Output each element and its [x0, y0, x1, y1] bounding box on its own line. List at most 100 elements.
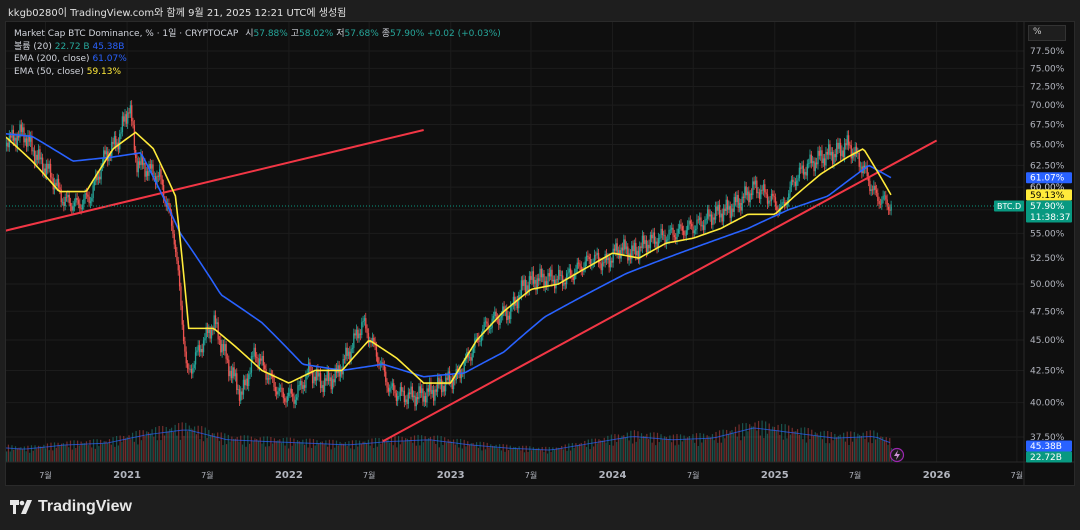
- volume-bar: [293, 438, 295, 462]
- volume-legend-row[interactable]: 볼륨 (20) 22.72 B 45.38B: [14, 41, 501, 54]
- candle-body: [421, 388, 423, 393]
- candle-body: [432, 390, 435, 401]
- volume-bar: [788, 425, 790, 462]
- candle-body: [685, 230, 687, 236]
- candle-body: [121, 116, 124, 133]
- candle-body: [740, 202, 742, 211]
- price-chart[interactable]: 77.50% 75.00% 72.50% 70.00% 67.50% 65.00% 62.5…: [6, 22, 1074, 485]
- volume-bar: [674, 445, 676, 462]
- candle-body: [820, 150, 822, 156]
- candle-body: [176, 252, 178, 261]
- candle-body: [73, 202, 76, 207]
- candle-body: [69, 203, 72, 207]
- candle-body: [145, 171, 148, 177]
- candle-body: [475, 337, 477, 339]
- candle-body: [354, 333, 356, 336]
- candle-body: [818, 150, 820, 156]
- candle-body: [569, 268, 572, 276]
- price-label: 59.13%: [1030, 191, 1065, 201]
- candle-body: [366, 328, 368, 334]
- volume-bar: [311, 448, 313, 462]
- volume-bar: [128, 435, 130, 462]
- volume-bar: [247, 435, 249, 462]
- ema50-legend-row[interactable]: EMA (50, close) 59.13%: [14, 66, 501, 79]
- volume-bar: [699, 432, 701, 462]
- volume-bar: [651, 442, 653, 462]
- volume-bar: [16, 448, 18, 462]
- volume-bar: [585, 446, 588, 462]
- candle-body: [720, 213, 722, 218]
- volume-bar: [7, 444, 10, 462]
- volume-bar: [853, 432, 855, 462]
- candle-body: [760, 189, 762, 199]
- candle-body: [700, 217, 702, 227]
- volume-bar: [743, 436, 745, 462]
- volume-bar: [671, 442, 673, 462]
- y-tick-label: 62.50%: [1030, 161, 1065, 171]
- volume-bar: [616, 441, 618, 462]
- volume-bar: [240, 435, 242, 462]
- candle-body: [679, 224, 681, 229]
- volume-bar: [245, 446, 247, 462]
- candle-body: [358, 333, 360, 339]
- candle-body: [722, 208, 725, 222]
- volume-bar: [546, 453, 549, 462]
- candle-body: [144, 163, 146, 177]
- percent-scale-button[interactable]: %: [1028, 25, 1066, 41]
- volume-bar: [233, 438, 235, 462]
- candle-body: [268, 378, 270, 380]
- volume-bar: [364, 441, 366, 462]
- candle-body: [696, 219, 698, 230]
- candle-body: [495, 311, 497, 319]
- candle-body: [810, 154, 813, 164]
- candle-body: [447, 371, 449, 380]
- candle-body: [298, 385, 300, 386]
- volume-bar: [818, 435, 820, 462]
- volume-bar: [288, 448, 290, 462]
- volume-bar: [587, 439, 589, 462]
- candle-body: [230, 370, 233, 379]
- volume-bar: [139, 430, 141, 462]
- volume-bar: [327, 446, 329, 462]
- volume-bar: [64, 445, 66, 462]
- volume-bar: [225, 444, 228, 462]
- trendline-2[interactable]: [382, 139, 938, 443]
- volume-ma-value: 45.38B: [92, 41, 125, 52]
- symbol-title[interactable]: Market Cap BTC Dominance, % · 1일 · CRYPT…: [14, 29, 238, 39]
- volume-bar: [84, 443, 86, 462]
- volume-bar: [114, 446, 116, 462]
- volume-bar: [30, 445, 33, 462]
- candle-body: [809, 154, 811, 164]
- candle-body: [528, 276, 531, 291]
- candle-body: [708, 209, 710, 217]
- candle-body: [383, 365, 386, 372]
- volume-bar: [479, 441, 481, 462]
- candle-body: [673, 235, 676, 238]
- chart-legend: Market Cap BTC Dominance, % · 1일 · CRYPT…: [14, 28, 501, 78]
- candle-body: [363, 318, 366, 321]
- ema200-legend-row[interactable]: EMA (200, close) 61.07%: [14, 53, 501, 66]
- volume-bar: [190, 428, 192, 462]
- candle-body: [307, 362, 310, 374]
- volume-bar: [770, 429, 772, 462]
- candle-body: [736, 195, 738, 203]
- candle-body: [623, 239, 625, 251]
- candle-body: [620, 247, 622, 259]
- volume-bar: [874, 439, 877, 462]
- volume-bar: [624, 437, 627, 462]
- candle-body: [405, 399, 407, 402]
- candle-body: [492, 316, 495, 319]
- candle-body: [769, 200, 771, 202]
- volume-bar: [213, 433, 215, 462]
- chart-area[interactable]: 77.50% 75.00% 72.50% 70.00% 67.50% 65.00% 62.5…: [5, 21, 1075, 486]
- volume-bar: [821, 439, 823, 462]
- volume-bar: [458, 447, 460, 462]
- volume-bar: [520, 450, 522, 462]
- ema200-value: 61.07%: [92, 54, 127, 64]
- candle-body: [454, 379, 456, 381]
- tradingview-logo[interactable]: TradingView: [10, 498, 132, 516]
- volume-bar: [350, 448, 352, 462]
- candle-body: [430, 382, 432, 394]
- candle-body: [24, 138, 26, 143]
- volume-bar: [582, 445, 584, 462]
